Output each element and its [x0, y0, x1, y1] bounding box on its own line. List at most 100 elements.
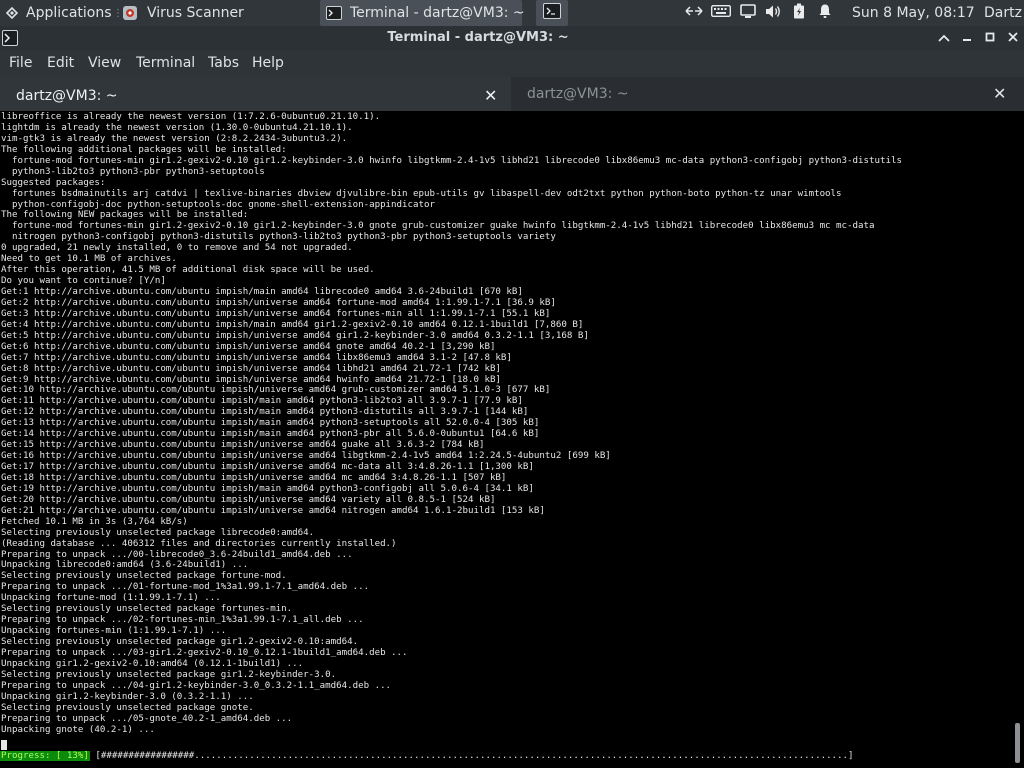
terminal-line: Unpacking gnote (40.2-1) ...	[1, 724, 155, 735]
minimize-icon	[962, 31, 972, 46]
terminal-line: Get:16 http://archive.ubuntu.com/ubuntu …	[1, 451, 611, 462]
terminal-line: python-configobj-doc python-setuptools-d…	[1, 199, 436, 210]
terminal-line: vim-gtk3 is already the newest version (…	[1, 133, 348, 144]
scrollbar-thumb[interactable]	[1015, 723, 1020, 763]
terminal-line: Get:18 http://archive.ubuntu.com/ubuntu …	[1, 472, 507, 483]
terminal-line: Preparing to unpack .../00-librecode0_3.…	[1, 549, 353, 560]
terminal-line: The following NEW packages will be insta…	[1, 210, 249, 221]
network-arrows-icon	[684, 4, 704, 22]
display-tray-button[interactable]	[737, 0, 759, 26]
terminal-line: Get:14 http://archive.ubuntu.com/ubuntu …	[1, 429, 540, 440]
volume-tray-button[interactable]	[762, 0, 784, 26]
tab-2[interactable]: dartz@VM3: ~ ✕	[511, 77, 1024, 111]
terminal-line: Selecting previously unselected package …	[1, 527, 315, 538]
taskbar-virus-scanner[interactable]: Virus Scanner	[122, 0, 244, 26]
menu-file[interactable]: File	[7, 50, 34, 77]
terminal-line: Get:1 http://archive.ubuntu.com/ubuntu i…	[1, 287, 523, 297]
terminal-line: libreoffice is already the newest versio…	[1, 112, 381, 122]
terminal-icon	[326, 5, 342, 21]
menu-view[interactable]: View	[86, 50, 123, 77]
terminal-line: Preparing to unpack .../04-gir1.2-keybin…	[1, 680, 392, 691]
window-titlebar[interactable]: Terminal - dartz@VM3: ~	[0, 26, 1024, 50]
terminal-line: Need to get 10.1 MB of archives.	[1, 254, 177, 265]
menu-tabs[interactable]: Tabs	[206, 50, 241, 77]
terminal-output[interactable]: libreoffice is already the newest versio…	[0, 111, 1010, 768]
applications-label: Applications	[26, 5, 112, 21]
terminal-line: Get:7 http://archive.ubuntu.com/ubuntu i…	[1, 352, 512, 363]
user-menu[interactable]: Dartz	[984, 0, 1022, 26]
user-label: Dartz	[984, 5, 1022, 21]
menu-edit[interactable]: Edit	[45, 50, 76, 77]
terminal-line: Selecting previously unselected package …	[1, 637, 359, 647]
terminal-line: Get:13 http://archive.ubuntu.com/ubuntu …	[1, 418, 540, 429]
applications-menu-button[interactable]: Applications	[5, 0, 112, 26]
shade-window-button[interactable]	[933, 26, 955, 50]
notifications-tray-button[interactable]	[814, 0, 836, 26]
terminal-line: python3-lib2to3 python3-pbr python3-setu…	[1, 166, 265, 177]
terminal-line: (Reading database ... 406312 files and d…	[1, 538, 397, 549]
progress-bar: [#################......................…	[89, 751, 854, 761]
terminal-line: Get:6 http://archive.ubuntu.com/ubuntu i…	[1, 341, 496, 352]
taskbar-terminal[interactable]: Terminal - dartz@VM3: ~	[320, 0, 525, 26]
minimize-window-button[interactable]	[956, 26, 978, 50]
terminal-line: Get:5 http://archive.ubuntu.com/ubuntu i…	[1, 330, 589, 341]
maximize-icon	[985, 31, 995, 46]
menu-help[interactable]: Help	[250, 50, 286, 77]
tab-1-close-icon[interactable]: ✕	[484, 79, 497, 113]
tab-2-label: dartz@VM3: ~	[527, 86, 629, 102]
terminal-line: After this operation, 41.5 MB of additio…	[1, 265, 375, 276]
tab-1[interactable]: dartz@VM3: ~ ✕	[0, 77, 511, 111]
terminal-line: fortunes bsdmainutils arj catdvi | texli…	[1, 188, 842, 199]
terminal-launcher-icon	[543, 3, 561, 23]
terminal-line: Fetched 10.1 MB in 3s (3,764 kB/s)	[1, 516, 188, 527]
terminal-line: Preparing to unpack .../03-gir1.2-gexiv2…	[1, 647, 408, 658]
terminal-task-label: Terminal - dartz@VM3: ~	[350, 5, 525, 21]
terminal-line: Selecting previously unselected package …	[1, 702, 254, 713]
terminal-line: Get:17 http://archive.ubuntu.com/ubuntu …	[1, 462, 534, 472]
app-menu-icon	[5, 6, 19, 20]
close-window-button[interactable]	[1002, 26, 1024, 50]
terminal-line: Get:9 http://archive.ubuntu.com/ubuntu i…	[1, 374, 501, 385]
terminal-cursor	[1, 740, 7, 750]
network-tray-button[interactable]	[682, 0, 706, 26]
terminal-line: Preparing to unpack .../05-gnote_40.2-1_…	[1, 713, 293, 724]
terminal-line: Selecting previously unselected package …	[1, 571, 287, 582]
terminal-line: Unpacking fortune-mod (1:1.99.1-7.1) ...	[1, 593, 221, 604]
battery-icon	[793, 3, 805, 23]
tab-bar: dartz@VM3: ~ ✕ dartz@VM3: ~ ✕	[0, 77, 1024, 111]
terminal-line: fortune-mod fortunes-min gir1.2-gexiv2-0…	[1, 221, 875, 232]
tab-1-label: dartz@VM3: ~	[16, 88, 118, 104]
clock[interactable]: Sun 8 May, 08:17	[852, 0, 975, 26]
terminal-line: Suggested packages:	[1, 177, 106, 188]
terminal-line: Selecting previously unselected package …	[1, 669, 337, 680]
terminal-line: Unpacking fortunes-min (1:1.99.1-7.1) ..…	[1, 626, 227, 637]
battery-tray-button[interactable]	[788, 0, 810, 26]
tab-2-close-icon[interactable]: ✕	[993, 77, 1006, 111]
terminal-line: Get:12 http://archive.ubuntu.com/ubuntu …	[1, 407, 529, 418]
terminal-line: nitrogen python3-configobj python3-distu…	[1, 232, 556, 243]
terminal-line: Get:21 http://archive.ubuntu.com/ubuntu …	[1, 505, 545, 516]
terminal-scrollbar[interactable]	[1010, 111, 1024, 768]
top-panel: Applications ⋮ Virus Scanner Terminal - …	[0, 0, 1024, 26]
virus-scanner-label: Virus Scanner	[147, 5, 244, 21]
terminal-line: fortune-mod fortunes-min gir1.2-gexiv2-0…	[1, 155, 902, 166]
menu-terminal[interactable]: Terminal	[134, 50, 197, 77]
bell-icon	[818, 3, 832, 23]
keyboard-tray-button[interactable]	[709, 0, 733, 26]
terminal-line: Unpacking gir1.2-keybinder-3.0 (0.3.2-1.…	[1, 691, 254, 702]
keyboard-icon	[710, 4, 732, 22]
maximize-window-button[interactable]	[979, 26, 1001, 50]
terminal-line: lightdm is already the newest version (1…	[1, 122, 353, 133]
terminal-line: Get:11 http://archive.ubuntu.com/ubuntu …	[1, 396, 523, 407]
terminal-line: Get:3 http://archive.ubuntu.com/ubuntu i…	[1, 308, 551, 319]
terminal-line: The following additional packages will b…	[1, 144, 287, 155]
terminal-line: Selecting previously unselected package …	[1, 604, 293, 615]
display-icon	[740, 3, 756, 23]
virus-scanner-icon	[122, 5, 138, 21]
terminal-line: Preparing to unpack .../01-fortune-mod_1…	[1, 582, 370, 593]
menu-bar: File Edit View Terminal Tabs Help	[0, 50, 1024, 77]
terminal-line: Preparing to unpack .../02-fortunes-min_…	[1, 615, 364, 626]
terminal-line: Get:8 http://archive.ubuntu.com/ubuntu i…	[1, 363, 501, 374]
launcher-terminal-button[interactable]	[536, 0, 568, 26]
close-icon	[1008, 31, 1018, 46]
